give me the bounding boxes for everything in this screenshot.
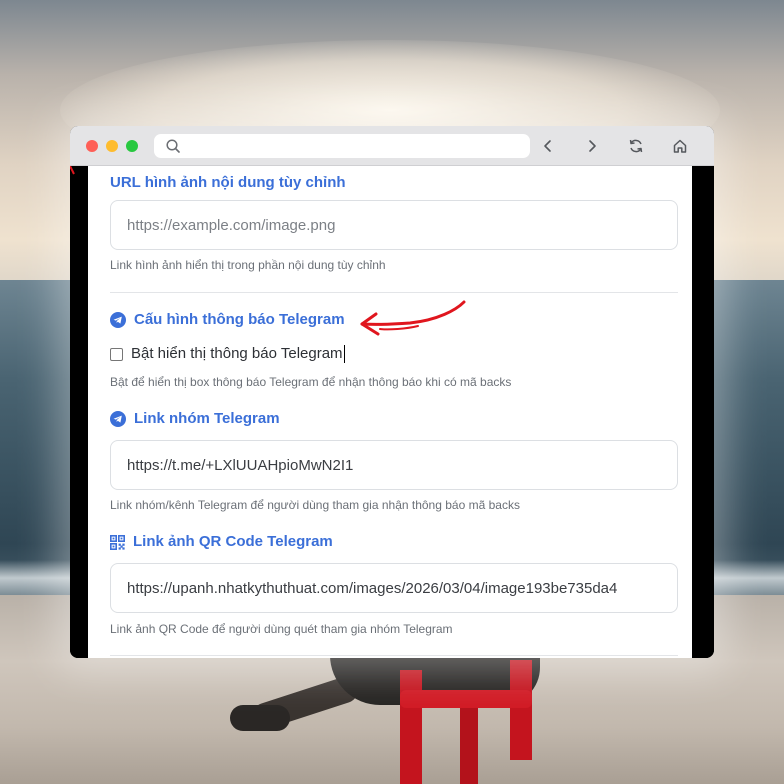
page-viewport: URL hình ảnh nội dung tùy chỉnh https://… — [70, 166, 714, 658]
custom-image-section: URL hình ảnh nội dung tùy chỉnh https://… — [110, 172, 678, 272]
title-bar — [70, 126, 714, 166]
qr-code-icon — [110, 534, 125, 550]
minimize-window-button[interactable] — [106, 140, 118, 152]
search-icon — [166, 139, 180, 158]
reload-icon — [629, 139, 643, 153]
telegram-group-value: https://t.me/+LXlUUAHpioMwN2I1 — [127, 456, 354, 474]
back-button[interactable] — [537, 136, 559, 156]
custom-image-placeholder: https://example.com/image.png — [127, 216, 336, 234]
telegram-icon — [110, 312, 126, 328]
telegram-qr-value: https://upanh.nhatkythuthuat.com/images/… — [127, 579, 618, 597]
browser-window: URL hình ảnh nội dung tùy chỉnh https://… — [70, 126, 714, 658]
address-bar[interactable] — [154, 134, 530, 158]
telegram-qr-section: Link ảnh QR Code Telegram https://upanh.… — [110, 531, 678, 636]
telegram-qr-input[interactable]: https://upanh.nhatkythuthuat.com/images/… — [110, 563, 678, 613]
section-divider — [110, 292, 678, 293]
telegram-group-help: Link nhóm/kênh Telegram để người dùng th… — [110, 498, 520, 512]
telegram-group-heading: Link nhóm Telegram — [110, 408, 678, 430]
telegram-group-section: Link nhóm Telegram https://t.me/+LXlUUAH… — [110, 408, 678, 512]
section-divider — [110, 655, 678, 656]
forward-button[interactable] — [581, 136, 603, 156]
telegram-toggle-label: Bật hiển thị thông báo Telegram — [131, 345, 345, 364]
home-icon — [673, 139, 687, 153]
close-window-button[interactable] — [86, 140, 98, 152]
annotation-arrow-icon — [360, 300, 466, 336]
maximize-window-button[interactable] — [126, 140, 138, 152]
telegram-group-input[interactable]: https://t.me/+LXlUUAHpioMwN2I1 — [110, 440, 678, 490]
chevron-left-icon — [544, 140, 551, 152]
custom-image-heading: URL hình ảnh nội dung tùy chỉnh — [110, 174, 346, 191]
telegram-toggle-row[interactable]: Bật hiển thị thông báo Telegram — [110, 345, 345, 364]
custom-image-help: Link hình ảnh hiển thị trong phần nội du… — [110, 258, 386, 272]
reload-button[interactable] — [625, 136, 647, 156]
chevron-right-icon — [589, 140, 596, 152]
settings-page: URL hình ảnh nội dung tùy chỉnh https://… — [88, 166, 692, 658]
custom-image-url-input[interactable]: https://example.com/image.png — [110, 200, 678, 250]
telegram-config-help: Bật để hiển thị box thông báo Telegram đ… — [110, 375, 512, 389]
annotation-mark — [70, 166, 75, 175]
home-button[interactable] — [669, 136, 691, 156]
telegram-qr-help: Link ảnh QR Code để người dùng quét tham… — [110, 622, 453, 636]
telegram-icon — [110, 411, 126, 427]
telegram-qr-heading: Link ảnh QR Code Telegram — [110, 531, 678, 553]
telegram-toggle-checkbox[interactable] — [110, 347, 123, 361]
